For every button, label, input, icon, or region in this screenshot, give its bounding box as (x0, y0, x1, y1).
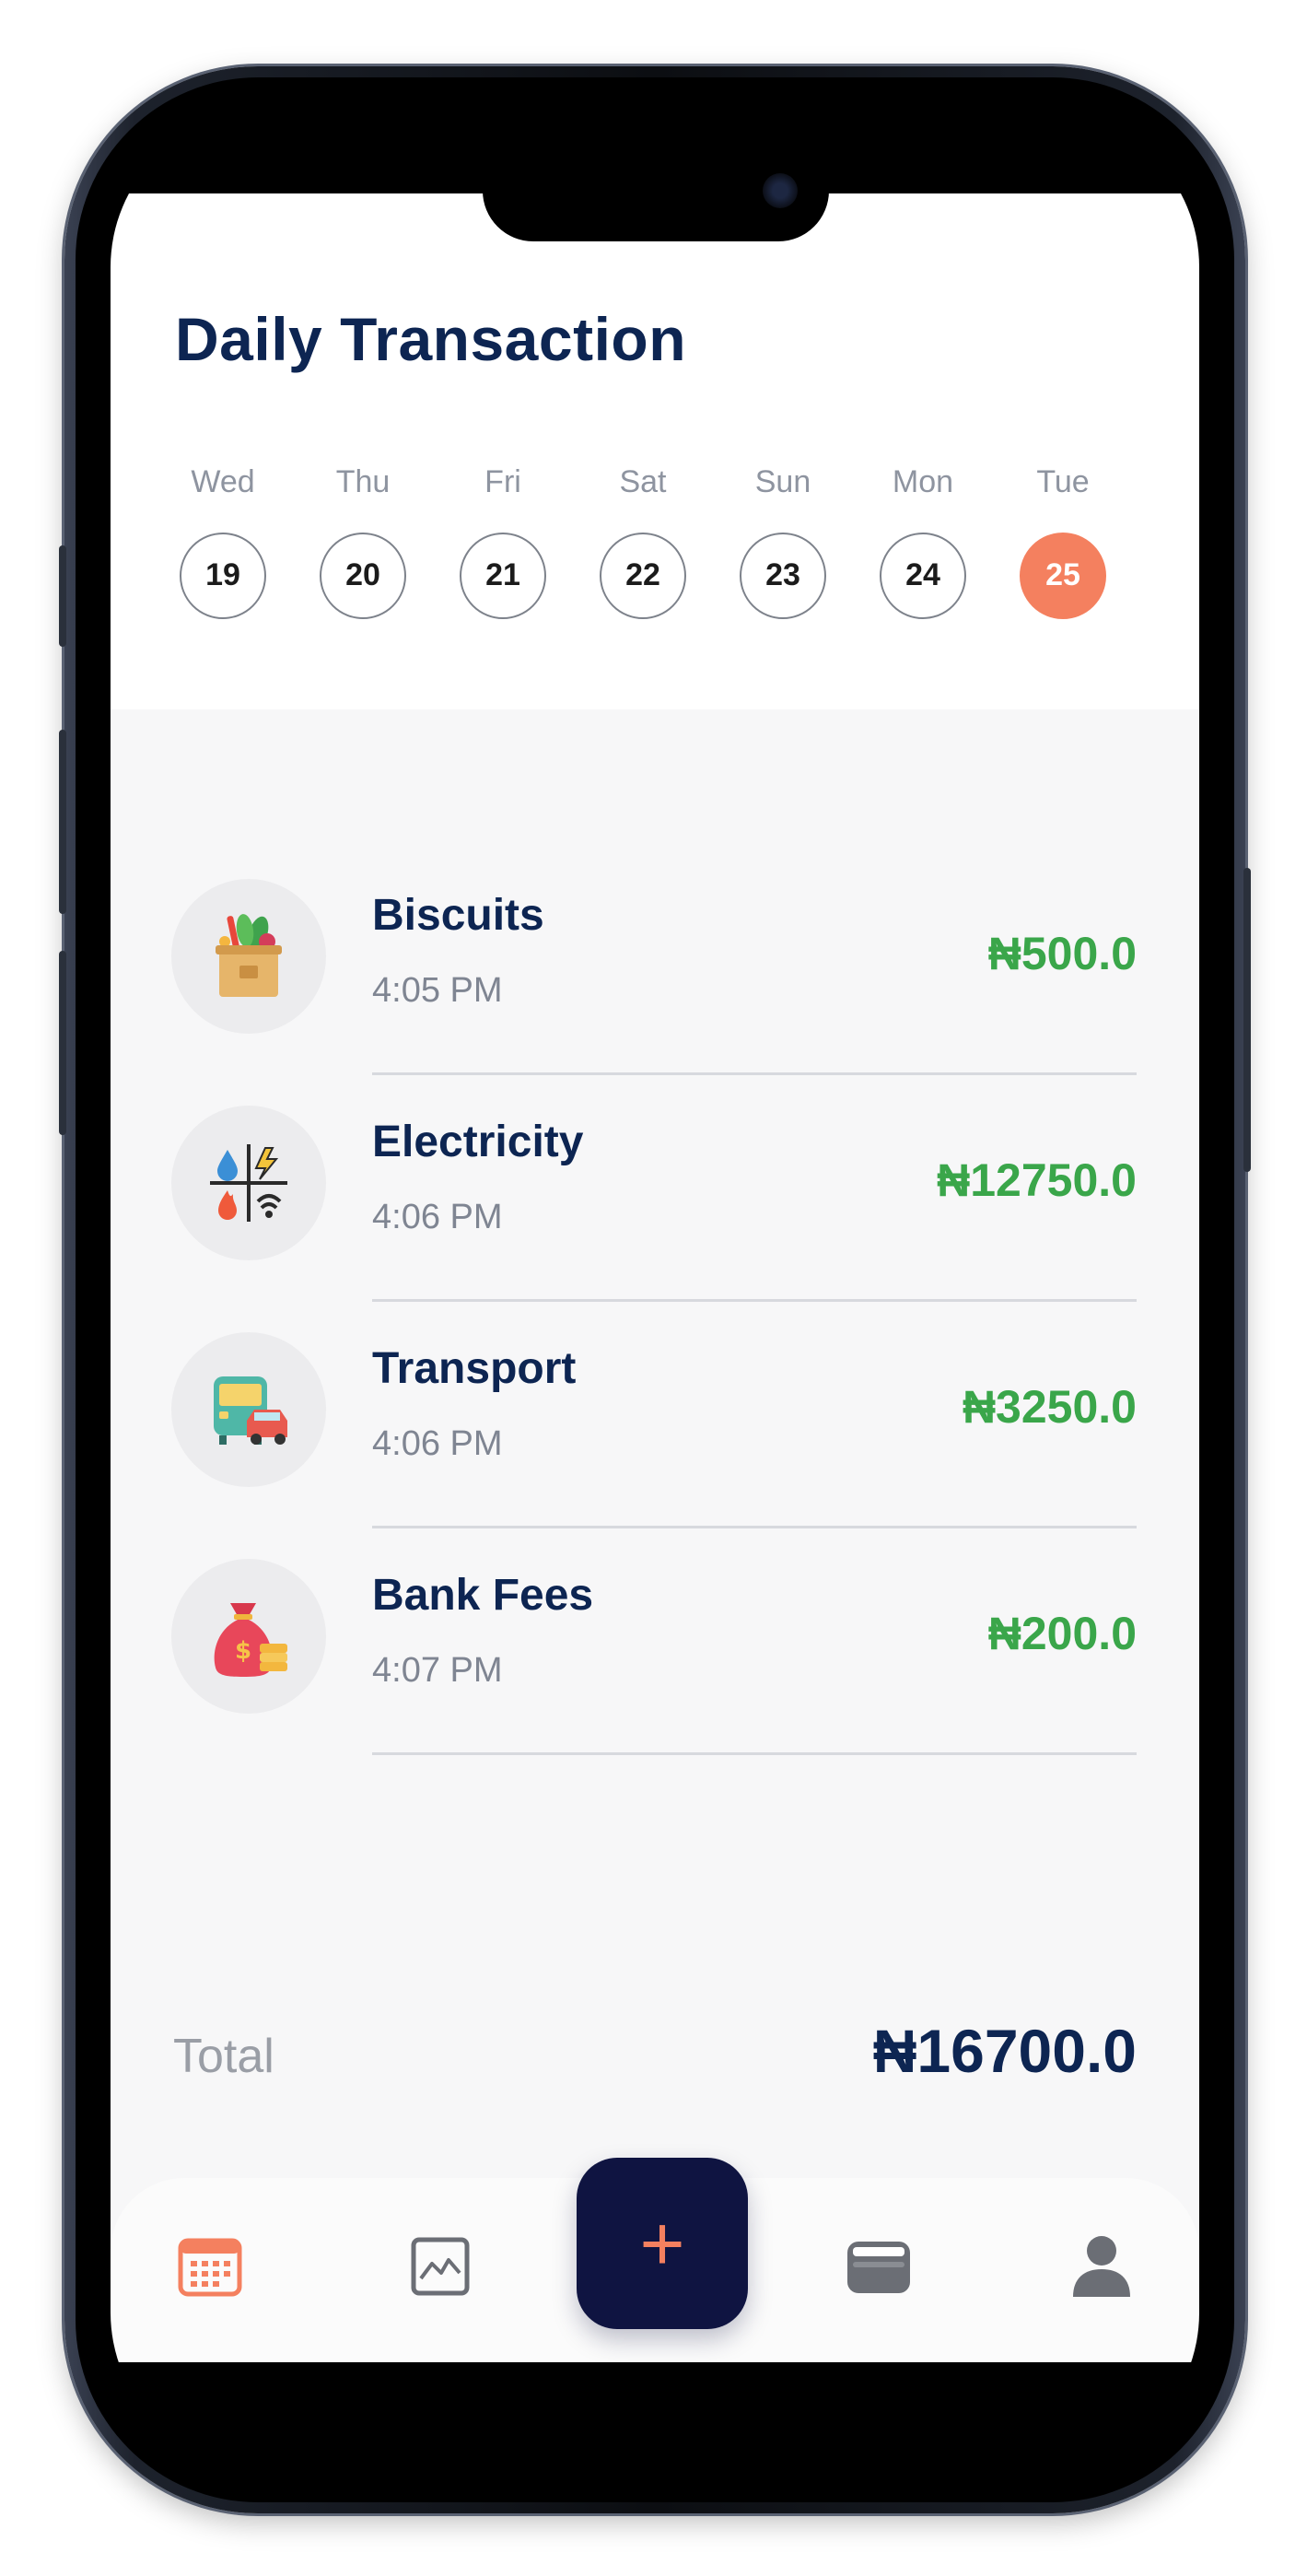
wallet-icon (847, 2242, 910, 2293)
date-selector: Wed 19 Thu 20 Fri 21 Sat 22 Sun 23 Mon 2… (168, 459, 1148, 619)
nav-profile[interactable] (1065, 2230, 1138, 2303)
camera-icon (763, 173, 798, 208)
transaction-name: Bank Fees (372, 1571, 594, 1620)
day-sun[interactable]: Sun 23 (728, 459, 838, 619)
day-sat[interactable]: Sat 22 (588, 459, 698, 619)
day-date[interactable]: 22 (600, 533, 686, 619)
transaction-icon-wrap: $ (171, 1559, 326, 1714)
transaction-icon-wrap (171, 1106, 326, 1260)
transaction-row[interactable]: Transport 4:06 PM ₦3250.0 (111, 1332, 1199, 1559)
day-date[interactable]: 19 (180, 533, 266, 619)
day-date[interactable]: 20 (320, 533, 406, 619)
nav-wallet[interactable] (842, 2230, 916, 2303)
transaction-row[interactable]: Electricity 4:06 PM ₦12750.0 (111, 1106, 1199, 1332)
nav-stats[interactable] (403, 2230, 477, 2303)
day-date[interactable]: 24 (880, 533, 966, 619)
bus-car-icon (214, 1376, 287, 1445)
day-date[interactable]: 23 (740, 533, 826, 619)
day-tue[interactable]: Tue 25 (1008, 459, 1118, 619)
volume-down-button (59, 951, 66, 1135)
transaction-icon-wrap (171, 1332, 326, 1487)
action-button (59, 545, 66, 647)
day-thu[interactable]: Thu 20 (308, 459, 418, 619)
transaction-time: 4:06 PM (372, 1424, 503, 1463)
chart-icon (411, 2237, 470, 2296)
money-bag-icon: $ (214, 1603, 287, 1677)
divider (372, 1072, 1137, 1075)
grocery-bag-icon (216, 914, 282, 997)
svg-text:$: $ (235, 1637, 251, 1665)
transaction-amount: ₦200.0 (987, 1608, 1137, 1659)
transaction-icon-wrap (171, 879, 326, 1034)
day-name: Tue (1036, 464, 1090, 499)
utilities-icon (210, 1144, 287, 1222)
transaction-amount: ₦3250.0 (962, 1381, 1137, 1433)
add-transaction-button[interactable]: + (577, 2158, 748, 2329)
divider (372, 1299, 1137, 1302)
transaction-time: 4:05 PM (372, 971, 503, 1010)
day-name: Sun (754, 464, 811, 499)
power-button (1243, 868, 1251, 1172)
transaction-time: 4:07 PM (372, 1651, 503, 1690)
day-date[interactable]: 21 (460, 533, 546, 619)
total-label: Total (173, 2030, 274, 2083)
day-name: Sat (619, 464, 667, 499)
transaction-name: Electricity (372, 1118, 584, 1166)
transaction-row[interactable]: Biscuits 4:05 PM ₦500.0 (111, 879, 1199, 1106)
day-name: Fri (484, 464, 521, 499)
transaction-row[interactable]: $ Bank Fees 4:07 PM ₦200.0 (111, 1559, 1199, 1786)
transaction-time: 4:06 PM (372, 1198, 503, 1236)
page-title: Daily Transaction (175, 305, 687, 373)
day-mon[interactable]: Mon 24 (868, 459, 978, 619)
transaction-amount: ₦12750.0 (937, 1154, 1137, 1206)
day-wed[interactable]: Wed 19 (168, 459, 278, 619)
day-name: Mon (892, 464, 954, 499)
nav-calendar[interactable] (173, 2230, 247, 2303)
day-name: Wed (191, 464, 255, 499)
calendar-icon (178, 2238, 242, 2297)
divider (372, 1526, 1137, 1528)
transaction-name: Biscuits (372, 891, 544, 940)
day-fri[interactable]: Fri 21 (448, 459, 558, 619)
phone-screen: Daily Transaction Wed 19 Thu 20 Fri 21 S… (111, 111, 1199, 2469)
total-value: ₦16700.0 (872, 2017, 1137, 2085)
transaction-amount: ₦500.0 (987, 928, 1137, 979)
divider (372, 1752, 1137, 1755)
profile-icon (1073, 2236, 1130, 2297)
header-section (111, 193, 1199, 709)
day-name: Thu (335, 464, 391, 499)
transaction-name: Transport (372, 1344, 577, 1393)
plus-icon: + (639, 2200, 685, 2287)
day-date-selected[interactable]: 25 (1020, 533, 1106, 619)
volume-up-button (59, 730, 66, 914)
dynamic-island (483, 140, 829, 241)
